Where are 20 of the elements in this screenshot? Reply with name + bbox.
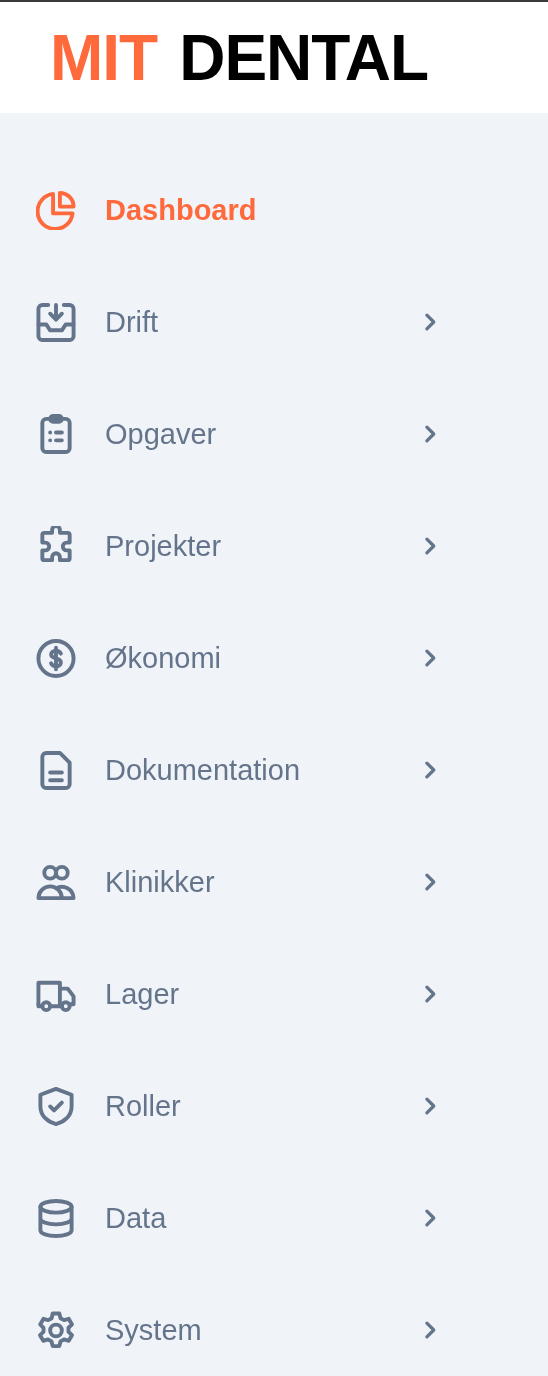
logo-text: MIT <box>50 25 158 90</box>
menu-item[interactable]: Dokumentation <box>0 714 440 826</box>
menu-item[interactable]: Drift <box>0 266 440 378</box>
shield-check-icon <box>36 1086 76 1126</box>
menu-item[interactable]: Dashboard <box>0 154 440 266</box>
logo-text: DENTAL <box>179 25 428 90</box>
menu-item[interactable]: Opgaver <box>0 378 440 490</box>
menu-item[interactable]: Data <box>0 1162 440 1274</box>
menu-item[interactable]: Lager <box>0 938 440 1050</box>
menu-item[interactable]: Roller <box>0 1050 440 1162</box>
database-icon <box>36 1198 76 1238</box>
inbox-download-icon <box>36 302 76 342</box>
users-icon <box>36 862 76 902</box>
menu-item[interactable]: System <box>0 1274 440 1376</box>
menu-item[interactable]: Økonomi <box>0 602 440 714</box>
menu-item[interactable]: Klinikker <box>0 826 440 938</box>
pie-chart-icon <box>36 190 76 230</box>
dollar-circle-icon <box>36 638 76 678</box>
menu-item[interactable]: Projekter <box>0 490 440 602</box>
settings-icon <box>36 1310 76 1350</box>
